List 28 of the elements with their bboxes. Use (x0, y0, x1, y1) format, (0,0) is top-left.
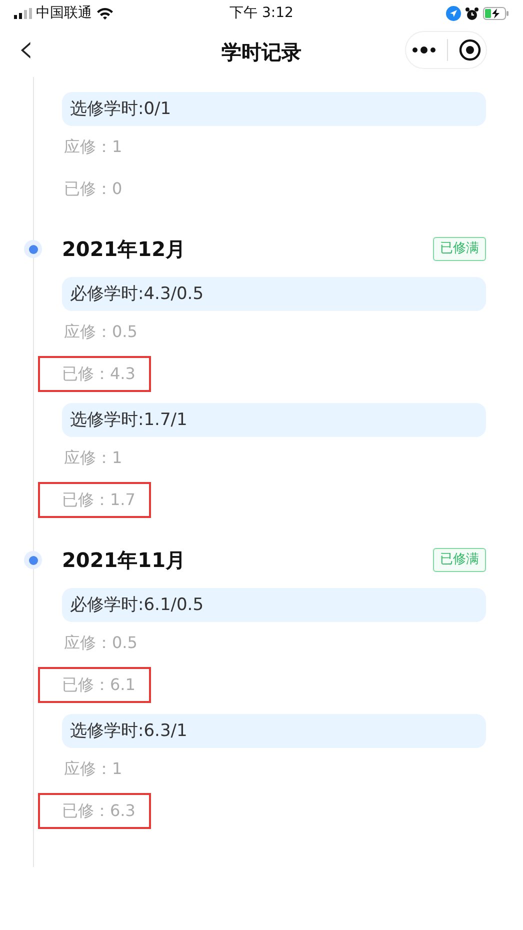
alarm-icon (465, 6, 480, 20)
timeline-dot (24, 240, 42, 258)
battery-icon (483, 7, 510, 20)
status-tag: 已修满 (433, 548, 486, 572)
hours-summary: 必修学时:4.3/0.5 (62, 277, 486, 311)
hours-summary: 选修学时:6.3/1 (62, 714, 486, 748)
page-title: 学时记录 (222, 39, 302, 66)
hours-line: 应修：1 (63, 758, 124, 780)
wifi-icon (96, 7, 114, 20)
timeline-dot (24, 551, 42, 569)
carrier-name: 中国联通 (36, 4, 92, 23)
month-heading: 2021年11月 (62, 547, 186, 574)
close-icon[interactable] (458, 39, 480, 61)
hours-line: 应修：0.5 (63, 632, 138, 654)
hours-line: 应修：0.5 (63, 321, 138, 343)
more-icon[interactable] (412, 46, 436, 54)
status-tag: 已修满 (433, 237, 486, 261)
location-icon (446, 6, 462, 21)
hours-summary: 选修学时:0/1 (62, 92, 486, 126)
hours-line: 应修：1 (63, 447, 124, 469)
hours-summary: 选修学时:1.7/1 (62, 403, 486, 437)
status-time: 下午 3:12 (230, 4, 294, 23)
hours-line: 应修：1 (63, 136, 124, 158)
month-heading: 2021年12月 (62, 236, 186, 263)
hours-summary: 必修学时:6.1/0.5 (62, 588, 486, 622)
back-button[interactable]: ‹ (14, 29, 38, 69)
signal-icon (14, 8, 32, 19)
hours-line: 已修：0 (63, 178, 124, 200)
